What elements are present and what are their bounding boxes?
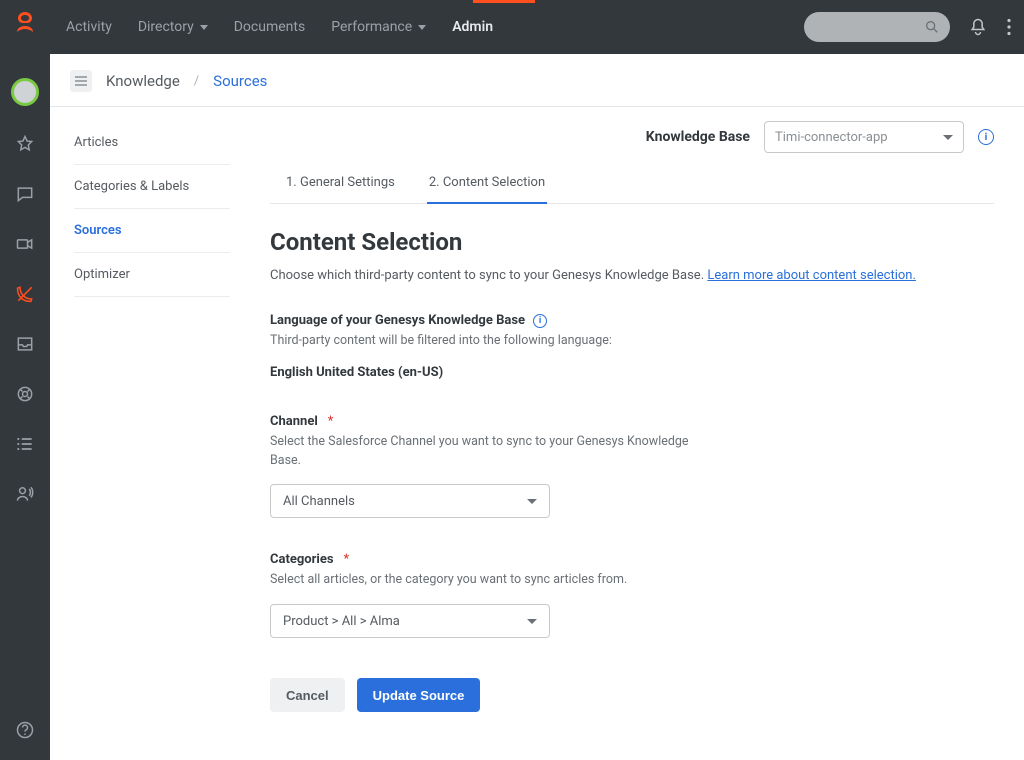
chevron-down-icon (527, 619, 537, 624)
info-icon[interactable]: i (978, 129, 994, 145)
update-source-button[interactable]: Update Source (357, 678, 481, 712)
categories-label: Categories * (270, 552, 690, 567)
categories-select[interactable]: Product > All > Alma (270, 604, 550, 638)
page-description: Choose which third-party content to sync… (270, 268, 994, 283)
label-text: Language of your Genesys Knowledge Base (270, 313, 525, 328)
inbox-icon[interactable] (13, 332, 37, 356)
tab-label: 2. Content Selection (429, 175, 545, 190)
language-block: Language of your Genesys Knowledge Base … (270, 313, 690, 380)
tabs: 1. General Settings 2. Content Selection (270, 175, 994, 204)
topnav-performance[interactable]: Performance (331, 19, 426, 35)
language-label: Language of your Genesys Knowledge Base … (270, 313, 690, 328)
favorites-icon[interactable] (13, 132, 37, 156)
topnav-label: Admin (452, 19, 493, 35)
avatar[interactable] (11, 78, 39, 106)
tab-label: 1. General Settings (286, 175, 395, 190)
required-indicator: * (328, 414, 334, 429)
tab-content-selection[interactable]: 2. Content Selection (427, 175, 547, 204)
menu-toggle-icon[interactable] (70, 70, 92, 92)
list-icon[interactable] (13, 432, 37, 456)
button-label: Cancel (286, 688, 329, 703)
required-indicator: * (344, 552, 350, 567)
info-icon[interactable]: i (533, 314, 547, 328)
label-text: Categories (270, 552, 334, 567)
kb-select[interactable]: Timi-connector-app (764, 121, 964, 153)
desc-text: Choose which third-party content to sync… (270, 268, 707, 283)
topnav-label: Directory (138, 19, 194, 35)
topnav-admin[interactable]: Admin (452, 19, 493, 35)
kb-row: Knowledge Base Timi-connector-app i (270, 121, 994, 153)
lifebuoy-icon[interactable] (13, 382, 37, 406)
categories-block: Categories * Select all articles, or the … (270, 552, 690, 638)
topnav-label: Activity (66, 19, 112, 35)
breadcrumb-root[interactable]: Knowledge (106, 72, 180, 90)
help-icon[interactable] (13, 718, 37, 742)
language-value: English United States (en-US) (270, 365, 690, 380)
main: Knowledge / Sources Articles Categories … (50, 54, 1024, 760)
subnav: Articles Categories & Labels Sources Opt… (50, 107, 230, 752)
subnav-categories-labels[interactable]: Categories & Labels (74, 165, 230, 209)
chevron-down-icon (943, 135, 953, 140)
topnav-label: Performance (331, 19, 412, 35)
categories-value: Product > All > Alma (283, 614, 400, 629)
cancel-button[interactable]: Cancel (270, 678, 345, 712)
more-icon[interactable] (1006, 18, 1012, 36)
subnav-label: Sources (74, 223, 122, 238)
topnav-activity[interactable]: Activity (66, 19, 112, 35)
channel-label: Channel * (270, 414, 690, 429)
topnav-directory[interactable]: Directory (138, 19, 208, 35)
channel-help: Select the Salesforce Channel you want t… (270, 433, 690, 471)
subnav-label: Categories & Labels (74, 179, 189, 194)
kb-selected-value: Timi-connector-app (775, 130, 888, 145)
channel-block: Channel * Select the Salesforce Channel y… (270, 414, 690, 519)
button-label: Update Source (373, 688, 465, 703)
search-icon (924, 19, 940, 35)
subnav-label: Articles (74, 135, 118, 150)
logo-cell (0, 12, 50, 42)
label-text: Channel (270, 414, 318, 429)
video-icon[interactable] (13, 232, 37, 256)
search-input[interactable] (804, 12, 950, 42)
subnav-sources[interactable]: Sources (74, 209, 230, 253)
channel-value: All Channels (283, 494, 355, 509)
topnav: Activity Directory Documents Performance… (66, 19, 493, 35)
chevron-down-icon (200, 25, 208, 30)
subnav-articles[interactable]: Articles (74, 121, 230, 165)
genesys-logo-icon[interactable] (15, 12, 35, 42)
chevron-down-icon (418, 25, 426, 30)
breadcrumb-row: Knowledge / Sources (50, 54, 1024, 107)
tab-general-settings[interactable]: 1. General Settings (284, 175, 397, 203)
chat-icon[interactable] (13, 182, 37, 206)
person-voice-icon[interactable] (13, 482, 37, 506)
breadcrumb-current[interactable]: Sources (213, 72, 267, 90)
content: Knowledge Base Timi-connector-app i 1. G… (230, 107, 1024, 752)
topnav-documents[interactable]: Documents (234, 19, 305, 35)
learn-more-link[interactable]: Learn more about content selection. (707, 268, 916, 283)
chevron-down-icon (527, 499, 537, 504)
language-help: Third-party content will be filtered int… (270, 332, 690, 351)
subnav-label: Optimizer (74, 267, 130, 282)
page-title: Content Selection (270, 228, 994, 256)
topbar-accent (473, 0, 535, 3)
notifications-icon[interactable] (968, 17, 988, 37)
left-rail (0, 54, 50, 760)
phone-disabled-icon[interactable] (13, 282, 37, 306)
breadcrumb-separator: / (194, 74, 199, 89)
topbar: Activity Directory Documents Performance… (0, 0, 1024, 54)
kb-label: Knowledge Base (646, 129, 750, 145)
channel-select[interactable]: All Channels (270, 484, 550, 518)
categories-help: Select all articles, or the category you… (270, 571, 690, 590)
topnav-label: Documents (234, 19, 305, 35)
actions-row: Cancel Update Source (270, 678, 994, 712)
subnav-optimizer[interactable]: Optimizer (74, 253, 230, 297)
